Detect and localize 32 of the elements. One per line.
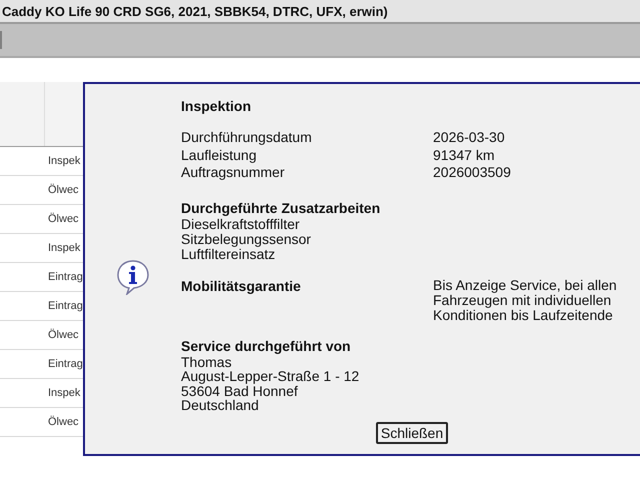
section-heading: Mobilitätsgarantie — [181, 278, 302, 296]
dialog-title: Inspektion — [181, 98, 252, 115]
table-cell-text: Ölwec — [48, 213, 80, 225]
section-heading: Durchgeführte Zusatzarbeiten — [181, 200, 382, 216]
work-item: Sitzbelegungssensor — [181, 232, 312, 246]
detail-value: 91347 km — [433, 146, 496, 164]
address-line: 53604 Bad Honnef — [181, 384, 298, 398]
window-title: Caddy KO Life 90 CRD SG6, 2021, SBBK54, DTRC, UFX, erwin) — [2, 4, 388, 18]
table-cell-text: Inspek — [48, 242, 82, 254]
detail-label: Durchführungsdatum — [181, 129, 313, 146]
close-button[interactable]: Schließen — [376, 422, 448, 444]
detail-label: Auftragsnummer — [181, 164, 286, 182]
mobility-text: Bis Anzeige Service, bei allen Fahrzeugen mit individuellen Konditionen bis Laufzeitende — [433, 278, 618, 322]
detail-label: Laufleistung — [181, 146, 258, 164]
table-cell-text: Inspek — [48, 155, 82, 167]
address-line: Thomas — [181, 354, 233, 369]
address-line: Deutschland — [181, 398, 260, 412]
table-cell-text: Ölwec — [48, 184, 80, 196]
info-icon — [116, 259, 150, 295]
table-cell: Eintrag — [48, 300, 83, 312]
work-item: Dieselkraftstofffilter — [181, 216, 301, 232]
column-header — [0, 82, 46, 146]
table-cell-text: Inspek — [48, 387, 82, 399]
table-cell-text: Ölwec — [48, 416, 80, 428]
detail-value: 2026003509 — [433, 164, 512, 182]
table-cell-text: Ölwec — [48, 329, 80, 341]
detail-value: 2026-03-30 — [433, 129, 506, 146]
address-line: August-Lepper-Straße 1 - 12 — [181, 369, 360, 384]
section-heading: Service durchgeführt von — [181, 338, 352, 354]
table-cell: Eintrag — [48, 358, 83, 370]
work-item: Luftfiltereinsatz — [181, 246, 276, 262]
table-cell: Eintrag — [48, 271, 83, 283]
